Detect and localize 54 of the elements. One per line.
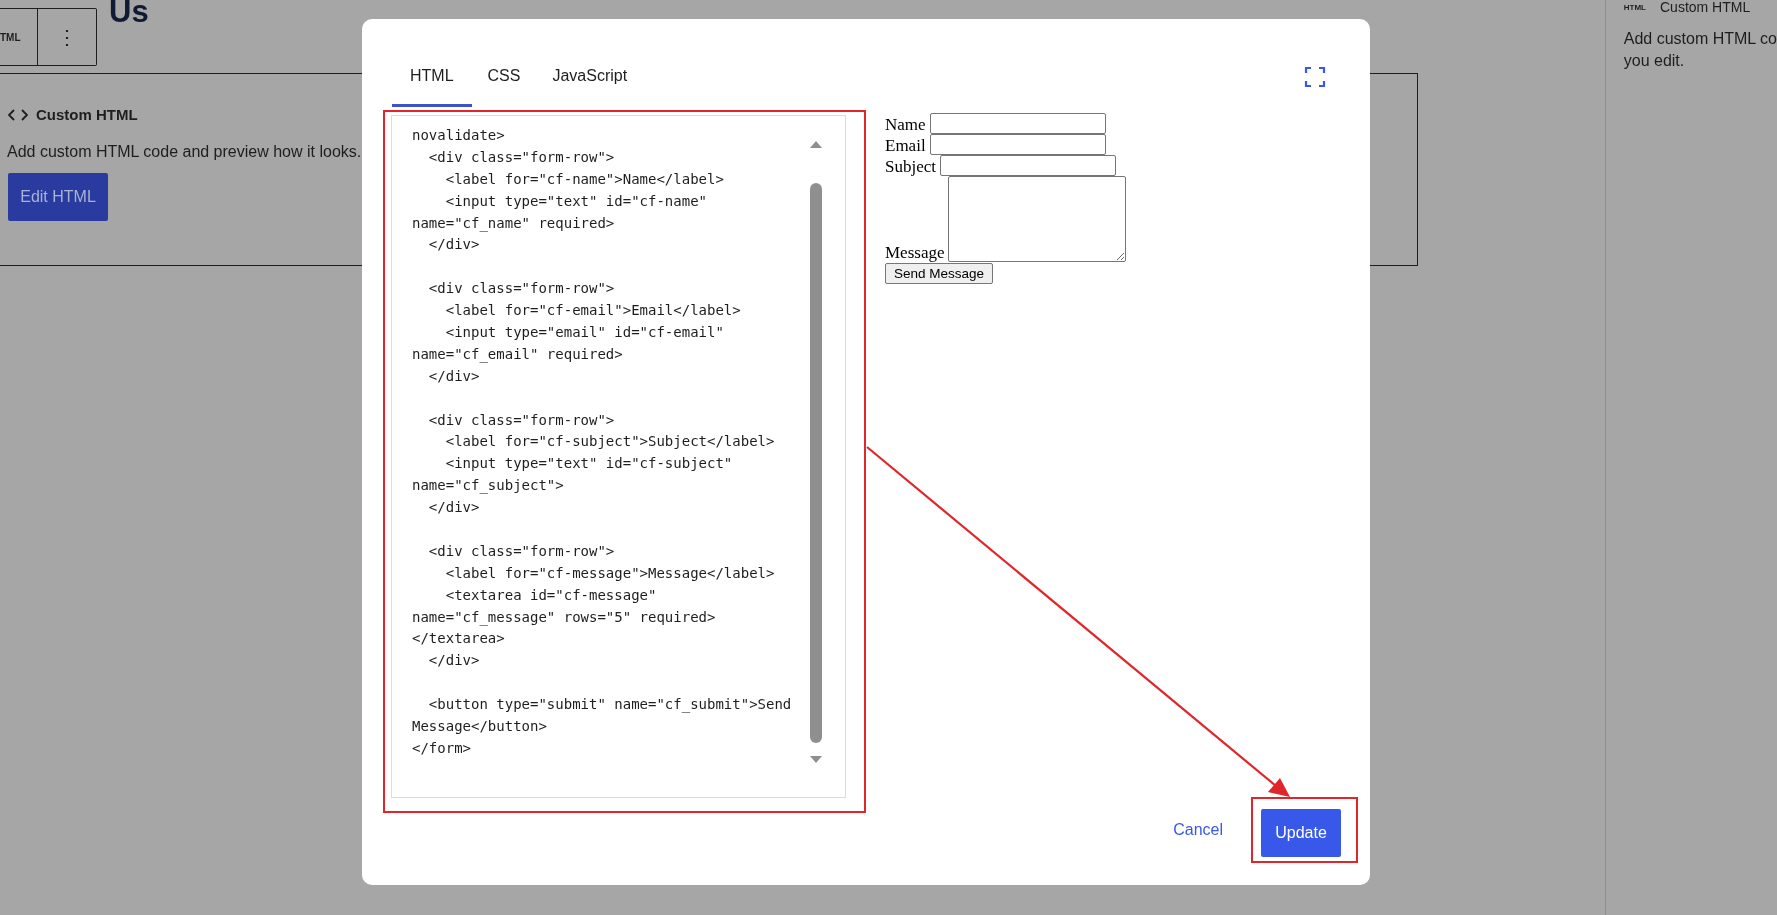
code-line: <input type="text" id="cf-subject"	[444, 454, 734, 474]
code-icon	[8, 107, 28, 122]
preview-label: Email	[885, 136, 926, 155]
code-line: <label for="cf-email">Email</label>	[444, 301, 742, 321]
code-line: </div>	[427, 366, 481, 386]
code-line: <div class="form-row">	[427, 541, 616, 561]
page-title: Us	[109, 0, 149, 30]
editor-tab[interactable]: JavaScript	[536, 47, 644, 107]
scrollbar-thumb[interactable]	[810, 183, 822, 743]
code-line: <div class="form-row">	[427, 410, 616, 430]
code-line: <input type="text" id="cf-name"	[444, 191, 708, 211]
code-line: name="cf_subject">	[412, 476, 565, 496]
block-description: Add custom HTML code and preview how it looks.	[7, 143, 362, 161]
code-line: <div class="form-row">	[427, 147, 616, 167]
update-button[interactable]: Update	[1261, 809, 1341, 857]
sidebar-description: Add custom HTML co	[1623, 29, 1777, 49]
code-line: Message</button>	[412, 717, 548, 737]
code-line: </div>	[427, 235, 481, 255]
sidebar-description: you edit.	[1623, 51, 1686, 71]
preview-input[interactable]	[929, 134, 1106, 155]
fullscreen-icon[interactable]	[1304, 66, 1326, 88]
code-line: <div class="form-row">	[427, 279, 616, 299]
editor-tab[interactable]: CSS	[471, 47, 537, 107]
code-line: novalidate>	[412, 126, 506, 145]
code-line: </div>	[427, 498, 481, 518]
block-type-label[interactable]: TML	[0, 9, 38, 65]
code-line: <textarea id="cf-message"	[444, 585, 658, 605]
preview-label: Name	[885, 115, 926, 134]
preview-label: Message	[885, 243, 945, 262]
code-line: <button type="submit" name="cf_submit">Send	[427, 695, 793, 715]
code-line: </textarea>	[412, 629, 506, 649]
more-options-button[interactable]: ⋮	[38, 9, 96, 65]
send-message-button[interactable]: Send Message	[885, 263, 994, 284]
code-line: name="cf_message" rows="5" required>	[412, 607, 717, 628]
code-line: </div>	[427, 651, 481, 671]
code-line: name="cf_name" required>	[412, 213, 616, 234]
scroll-down-icon[interactable]	[809, 755, 823, 765]
block-title: Custom HTML	[36, 106, 138, 123]
preview-input[interactable]	[940, 155, 1116, 176]
code-line: </form>	[412, 738, 472, 758]
code-line: <input type="email" id="cf-email"	[444, 323, 725, 342]
block-type-label: HTML	[1623, 2, 1646, 12]
code-line: name="cf_email" required>	[412, 344, 624, 365]
preview-textarea[interactable]	[948, 176, 1127, 262]
editor-tab[interactable]: HTML	[392, 47, 472, 107]
cancel-button[interactable]: Cancel	[1167, 815, 1229, 845]
code-line: <label for="cf-subject">Subject</label>	[444, 432, 776, 452]
preview-input[interactable]	[929, 113, 1106, 134]
code-line: <label for="cf-message">Message</label>	[444, 563, 776, 583]
code-line: <label for="cf-name">Name</label>	[444, 169, 725, 189]
scroll-up-icon[interactable]	[809, 139, 823, 149]
sidebar-title: Custom HTML	[1660, 0, 1751, 15]
edit-html-button[interactable]: Edit HTML	[8, 173, 108, 221]
preview-label: Subject	[885, 157, 936, 176]
